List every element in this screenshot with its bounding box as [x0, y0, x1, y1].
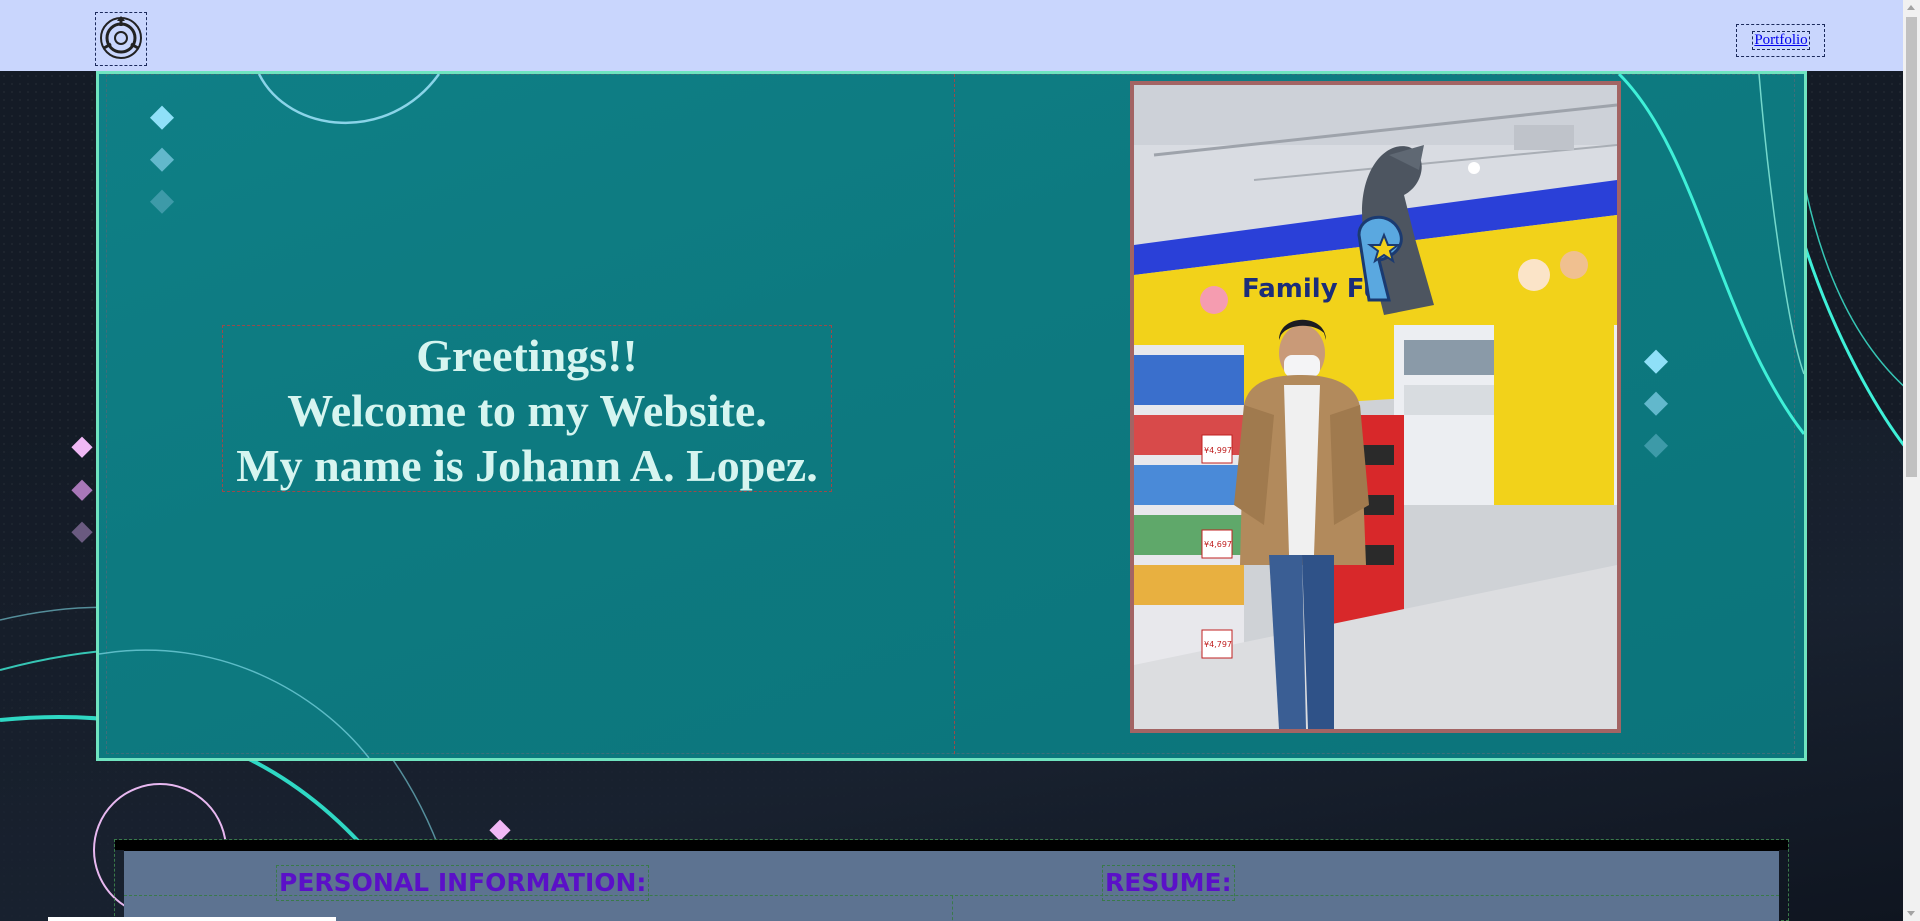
scp-foundation-logo-icon — [100, 16, 142, 59]
price-tag-2: ¥4,697 — [1204, 540, 1232, 549]
scrollbar-thumb[interactable] — [1906, 17, 1917, 477]
scroll-up-icon[interactable] — [1907, 5, 1915, 10]
info-panel-column-divider — [952, 896, 953, 921]
greeting-heading: Greetings!! — [416, 330, 638, 381]
info-section: PERSONAL INFORMATION: RESUME: — [114, 839, 1789, 921]
main-nav: Portfolio — [1736, 24, 1825, 57]
personal-information-title: PERSONAL INFORMATION: — [276, 865, 650, 901]
hero-section: Greetings!! Welcome to my Website. My na… — [96, 71, 1807, 761]
name-heading: My name is Johann A. Lopez. — [236, 440, 818, 491]
scroll-down-icon[interactable] — [1907, 911, 1915, 916]
price-tag-3: ¥4,797 — [1204, 640, 1232, 649]
hero-column-divider — [954, 74, 955, 754]
welcome-heading: Welcome to my Website. — [287, 385, 767, 436]
page-scrollbar[interactable] — [1903, 0, 1920, 921]
price-tag-1: ¥4,997 — [1204, 446, 1232, 455]
greeting-block: Greetings!! Welcome to my Website. My na… — [222, 325, 832, 492]
profile-photo: Family Fun ¥4,997 ¥4,697 ¥4,797 — [1130, 81, 1621, 733]
info-panel: PERSONAL INFORMATION: RESUME: — [124, 850, 1779, 921]
info-section-top-bar — [115, 840, 1788, 850]
logo-link[interactable] — [95, 12, 147, 66]
profile-photo-illustration: Family Fun ¥4,997 ¥4,697 ¥4,797 — [1134, 85, 1617, 729]
bottom-highlight-strip — [48, 917, 336, 921]
portfolio-link[interactable]: Portfolio — [1752, 31, 1810, 50]
site-header: Portfolio — [0, 0, 1920, 71]
resume-title: RESUME: — [1102, 865, 1235, 901]
